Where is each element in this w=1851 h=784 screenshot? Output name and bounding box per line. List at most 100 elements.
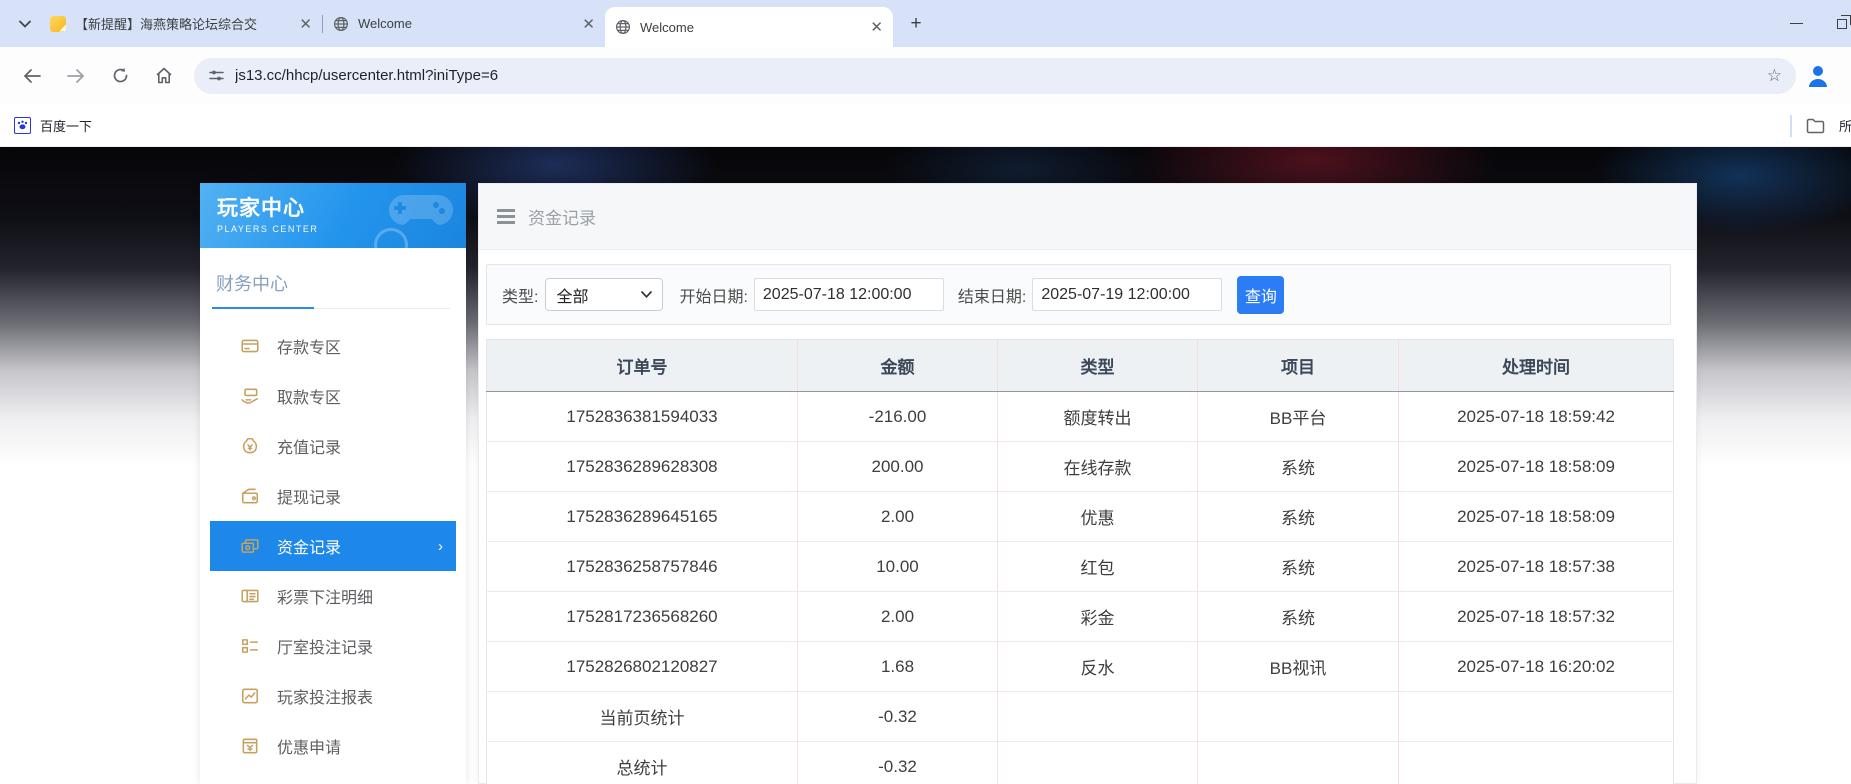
close-icon[interactable]: ✕ xyxy=(862,18,883,36)
summary-label: 总统计 xyxy=(487,742,798,784)
end-date-input[interactable] xyxy=(1032,278,1222,311)
table-cell: 彩金 xyxy=(998,592,1198,642)
sidebar-item-withdrawal-record[interactable]: 提现记录 xyxy=(210,471,456,521)
withdraw-hand-icon xyxy=(240,386,260,406)
table-cell xyxy=(1399,692,1674,742)
start-date-label: 开始日期: xyxy=(679,283,747,307)
bookmark-star-icon[interactable]: ☆ xyxy=(1767,66,1782,86)
sidebar-item-label: 优惠申请 xyxy=(277,734,341,758)
table-cell: 2025-07-18 16:20:02 xyxy=(1399,642,1674,692)
table-cell: 优惠 xyxy=(998,492,1198,542)
tab-title: Welcome xyxy=(358,16,412,31)
table-cell: 2025-07-18 18:58:09 xyxy=(1399,492,1674,542)
type-select[interactable]: 全部 xyxy=(545,278,663,311)
table-cell: 1752817236568260 xyxy=(487,592,798,642)
sidebar-item-funds-record[interactable]: 资金记录 › xyxy=(210,521,456,571)
hall-list-icon xyxy=(240,636,260,656)
section-underline xyxy=(216,308,450,309)
reload-icon[interactable] xyxy=(103,59,137,93)
sidebar-item-hall-bet-record[interactable]: 厅室投注记录 xyxy=(210,621,456,671)
table-cell: 1752836289628308 xyxy=(487,442,798,492)
bookmark-label: 百度一下 xyxy=(40,116,92,135)
minimize-icon[interactable] xyxy=(1790,23,1803,25)
promo-envelope-icon xyxy=(240,736,260,756)
col-header-order-no: 订单号 xyxy=(487,340,798,392)
table-cell: 系统 xyxy=(1198,442,1399,492)
table-cell: 2025-07-18 18:57:32 xyxy=(1399,592,1674,642)
table-cell xyxy=(1198,692,1399,742)
funds-record-table: 订单号 金额 类型 项目 处理时间 1752836381594033 -216.… xyxy=(486,339,1674,784)
globe-favicon-icon xyxy=(615,19,631,35)
home-icon[interactable] xyxy=(147,59,181,93)
globe-favicon-icon xyxy=(333,16,349,32)
table-cell: 200.00 xyxy=(798,442,998,492)
bookmark-baidu[interactable]: 百度一下 xyxy=(14,116,92,135)
page-title: 资金记录 xyxy=(528,204,596,229)
table-cell: 1752826802120827 xyxy=(487,642,798,692)
funds-cards-icon xyxy=(240,536,260,556)
forum-favicon-icon xyxy=(50,16,66,32)
type-select-value: 全部 xyxy=(556,283,588,307)
new-tab-icon[interactable]: + xyxy=(901,9,931,39)
baidu-favicon-icon xyxy=(14,117,31,134)
sidebar-section: 财务中心 xyxy=(200,248,466,309)
sidebar-item-lottery-detail[interactable]: 彩票下注明细 xyxy=(210,571,456,621)
close-icon[interactable]: ✕ xyxy=(291,15,312,33)
chevron-down-icon xyxy=(641,291,652,298)
sidebar-item-player-report[interactable]: 玩家投注报表 xyxy=(210,671,456,721)
tab-forum[interactable]: 【新提醒】海燕策略论坛综合交 ✕ xyxy=(40,0,322,47)
sidebar-item-label: 充值记录 xyxy=(277,434,341,458)
summary-amount: -0.32 xyxy=(798,692,998,742)
sidebar-item-label: 资金记录 xyxy=(277,534,341,558)
folder-icon[interactable] xyxy=(1806,118,1825,134)
tab-welcome-1[interactable]: Welcome ✕ xyxy=(323,0,605,47)
tab-search-chevron-icon[interactable] xyxy=(10,9,40,39)
back-icon[interactable] xyxy=(15,59,49,93)
col-header-amount: 金额 xyxy=(798,340,998,392)
col-header-time: 处理时间 xyxy=(1399,340,1674,392)
start-date-input[interactable] xyxy=(754,278,944,311)
table-cell: BB平台 xyxy=(1198,392,1399,442)
table-cell: 红包 xyxy=(998,542,1198,592)
table-row: 1752836258757846 10.00 红包 系统 2025-07-18 … xyxy=(487,542,1674,592)
table-cell: 1752836258757846 xyxy=(487,542,798,592)
table-cell xyxy=(998,742,1198,784)
address-bar[interactable]: js13.cc/hhcp/usercenter.html?iniType=6 ☆ xyxy=(194,58,1796,94)
table-cell: 系统 xyxy=(1198,492,1399,542)
all-bookmarks-label[interactable]: 所 xyxy=(1839,116,1851,135)
section-title: 财务中心 xyxy=(216,270,450,296)
table-cell xyxy=(998,692,1198,742)
search-button[interactable]: 查询 xyxy=(1237,276,1284,314)
url-text[interactable]: js13.cc/hhcp/usercenter.html?iniType=6 xyxy=(235,67,1767,84)
profile-icon[interactable] xyxy=(1808,63,1834,89)
restore-icon[interactable] xyxy=(1837,19,1847,29)
table-cell: 2025-07-18 18:57:38 xyxy=(1399,542,1674,592)
summary-label: 当前页统计 xyxy=(487,692,798,742)
chevron-right-icon: › xyxy=(438,538,443,555)
sidebar-item-label: 存款专区 xyxy=(277,334,341,358)
table-cell: 系统 xyxy=(1198,592,1399,642)
sidebar-item-deposit[interactable]: 存款专区 xyxy=(210,321,456,371)
table-row: 1752817236568260 2.00 彩金 系统 2025-07-18 1… xyxy=(487,592,1674,642)
table-cell: 系统 xyxy=(1198,542,1399,592)
hamburger-icon[interactable] xyxy=(497,209,515,224)
table-cell: 2.00 xyxy=(798,592,998,642)
table-cell: BB视讯 xyxy=(1198,642,1399,692)
sidebar-item-label: 取款专区 xyxy=(277,384,341,408)
close-icon[interactable]: ✕ xyxy=(574,15,595,33)
sidebar-item-withdraw[interactable]: 取款专区 xyxy=(210,371,456,421)
report-chart-icon xyxy=(240,686,260,706)
table-cell: 反水 xyxy=(998,642,1198,692)
page-content: 玩家中心 PLAYERS CENTER 财务中心 存款专区 取款专区 xyxy=(0,147,1851,784)
tab-welcome-2-active[interactable]: Welcome ✕ xyxy=(605,7,893,47)
sidebar-menu: 存款专区 取款专区 充值记录 提现记录 xyxy=(200,321,466,771)
table-header-row: 订单号 金额 类型 项目 处理时间 xyxy=(487,340,1674,392)
sidebar-item-promo-apply[interactable]: 优惠申请 xyxy=(210,721,456,771)
bookmarks-bar: 百度一下 所 xyxy=(0,104,1851,147)
site-info-icon[interactable] xyxy=(208,67,225,84)
table-cell: 2025-07-18 18:59:42 xyxy=(1399,392,1674,442)
sidebar-item-recharge-record[interactable]: 充值记录 xyxy=(210,421,456,471)
sidebar-item-label: 彩票下注明细 xyxy=(277,584,373,608)
table-cell: -216.00 xyxy=(798,392,998,442)
forward-icon[interactable] xyxy=(59,59,93,93)
